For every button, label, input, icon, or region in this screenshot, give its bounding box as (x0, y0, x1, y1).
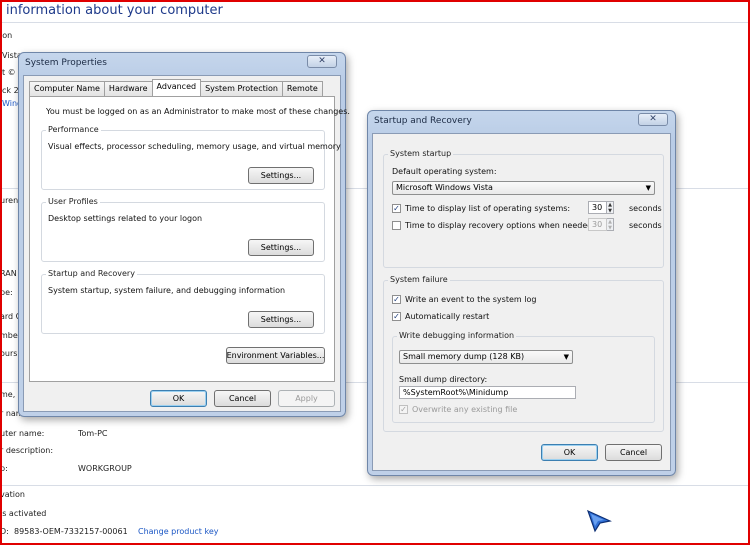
performance-description: Visual effects, processor scheduling, me… (48, 142, 341, 151)
ok-button[interactable]: OK (541, 444, 598, 461)
close-button[interactable]: ✕ (638, 113, 668, 126)
dialog-client-area: Computer Name Hardware Advanced System P… (23, 75, 350, 412)
tab-advanced[interactable]: Advanced (151, 79, 202, 96)
computer-name-value: Tom-PC (78, 429, 108, 438)
write-event-checkbox[interactable]: ✓ (392, 295, 401, 304)
product-id-label: D: (0, 527, 9, 536)
page-title: information about your computer (6, 3, 223, 18)
user-profiles-description: Desktop settings related to your logon (48, 214, 203, 223)
debug-info-legend: Write debugging information (397, 331, 517, 340)
divider (0, 22, 750, 23)
close-icon: ✕ (318, 56, 326, 66)
debug-info-group: Write debugging information Small memory… (392, 331, 655, 423)
overwrite-label: Overwrite any existing file (412, 405, 518, 414)
display-recovery-seconds-input[interactable]: 30 (588, 218, 607, 231)
startup-recovery-settings-button[interactable]: Settings... (248, 311, 314, 328)
display-recovery-label: Time to display recovery options when ne… (405, 221, 596, 230)
computer-description-label: r description: (0, 446, 54, 455)
hours-label: ours (0, 349, 18, 358)
computer-name-label: uter name: (0, 429, 45, 438)
dump-directory-label: Small dump directory: (399, 375, 488, 384)
system-startup-legend: System startup (388, 149, 454, 158)
chevron-down-icon: ▼ (645, 184, 651, 192)
performance-legend: Performance (46, 125, 101, 134)
startup-recovery-group: Startup and Recovery System startup, sys… (41, 269, 325, 334)
environment-variables-button[interactable]: Environment Variables... (226, 347, 325, 364)
close-icon: ✕ (649, 114, 657, 124)
debug-info-select[interactable]: Small memory dump (128 KB) ▼ (399, 350, 573, 364)
processor-label: RAN (0, 269, 17, 278)
chevron-down-icon: ▼ (563, 353, 569, 361)
window-title: Startup and Recovery (374, 116, 472, 126)
check-icon: ✓ (393, 312, 400, 321)
user-profiles-legend: User Profiles (46, 197, 100, 206)
activation-heading: vation (0, 490, 25, 499)
debug-info-value: Small memory dump (128 KB) (403, 352, 525, 361)
system-startup-group: System startup Default operating system:… (383, 149, 664, 268)
user-profiles-settings-button[interactable]: Settings... (248, 239, 314, 256)
startup-recovery-window: Startup and Recovery ✕ System startup De… (367, 110, 676, 476)
apply-button[interactable]: Apply (278, 390, 335, 407)
write-event-label: Write an event to the system log (405, 295, 537, 304)
service-pack-text: ck 2 (2, 86, 19, 95)
auto-restart-checkbox[interactable]: ✓ (392, 312, 401, 321)
performance-settings-button[interactable]: Settings... (248, 167, 314, 184)
check-icon: ✓ (393, 204, 400, 213)
tab-hardware[interactable]: Hardware (103, 81, 153, 96)
default-os-select[interactable]: Microsoft Windows Vista ▼ (392, 181, 655, 195)
user-profiles-group: User Profiles Desktop settings related t… (41, 197, 325, 262)
ok-button[interactable]: OK (150, 390, 207, 407)
display-list-seconds-input[interactable]: 30 (588, 201, 607, 214)
cancel-button[interactable]: Cancel (214, 390, 271, 407)
system-properties-window: System Properties ✕ Computer Name Hardwa… (18, 52, 350, 417)
number-label: mbe (0, 331, 18, 340)
dialog-client-area: System startup Default operating system:… (372, 133, 671, 471)
startup-recovery-legend: Startup and Recovery (46, 269, 137, 278)
display-list-label: Time to display list of operating system… (405, 204, 571, 213)
seconds-label: seconds (629, 221, 662, 230)
display-recovery-spinner[interactable]: ▲ ▼ (607, 218, 614, 231)
display-list-checkbox[interactable]: ✓ (392, 204, 401, 213)
window-title: System Properties (25, 58, 107, 68)
performance-group: Performance Visual effects, processor sc… (41, 125, 341, 190)
admin-note: You must be logged on as an Administrato… (46, 107, 350, 116)
overwrite-checkbox[interactable]: ✓ (399, 405, 408, 414)
workgroup-value: WORKGROUP (78, 464, 132, 473)
type-label: pe: (0, 288, 13, 297)
check-icon: ✓ (400, 405, 407, 414)
edition-heading: ion (0, 31, 13, 40)
default-os-value: Microsoft Windows Vista (396, 183, 493, 192)
tab-computer-name[interactable]: Computer Name (29, 81, 105, 96)
tab-system-protection[interactable]: System Protection (200, 81, 283, 96)
startup-recovery-description: System startup, system failure, and debu… (48, 286, 286, 295)
seconds-label: seconds (629, 204, 662, 213)
advanced-tab-panel: You must be logged on as an Administrato… (29, 96, 350, 382)
system-failure-group: System failure ✓ Write an event to the s… (383, 275, 664, 432)
check-icon: ✓ (393, 295, 400, 304)
divider (0, 485, 750, 486)
cancel-button[interactable]: Cancel (605, 444, 662, 461)
display-recovery-checkbox[interactable] (392, 221, 401, 230)
display-list-spinner[interactable]: ▲ ▼ (607, 201, 614, 214)
dump-directory-input[interactable]: %SystemRoot%\Minidump (399, 386, 576, 399)
manufacturer-heading: uren (0, 196, 19, 205)
tab-remote[interactable]: Remote (281, 81, 323, 96)
mouse-pointer-icon (586, 509, 612, 533)
close-button[interactable]: ✕ (307, 55, 337, 68)
change-product-key-link[interactable]: Change product key (138, 527, 219, 536)
activation-status: is activated (0, 509, 47, 518)
auto-restart-label: Automatically restart (405, 312, 490, 321)
system-failure-legend: System failure (388, 275, 450, 284)
default-os-label: Default operating system: (392, 167, 497, 176)
workgroup-label: p: (0, 464, 8, 473)
tab-strip: Computer Name Hardware Advanced System P… (29, 79, 323, 96)
product-id-value: 89583-OEM-7332157-00061 (14, 527, 128, 536)
